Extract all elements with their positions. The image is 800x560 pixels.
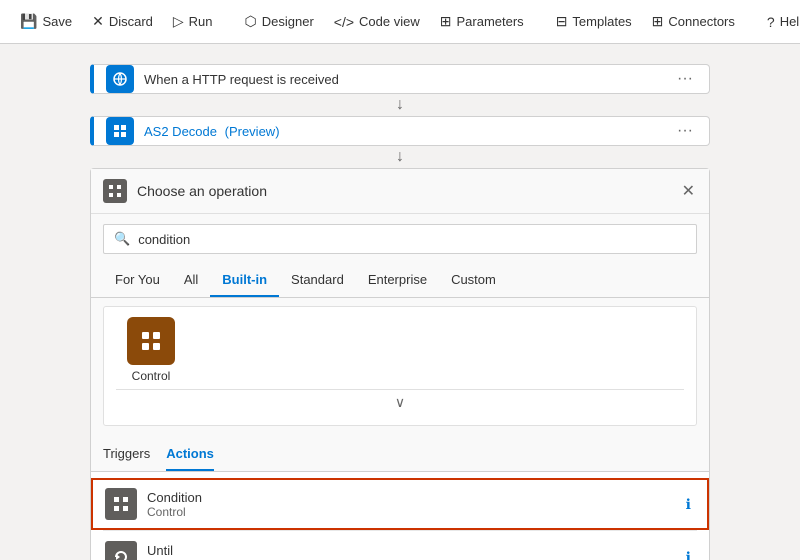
workflow-canvas: When a HTTP request is received ··· ↓ AS… <box>0 44 800 560</box>
condition-action-text: Condition Control <box>147 490 682 519</box>
templates-icon: ⊟ <box>556 13 568 30</box>
choose-operation-title: Choose an operation <box>137 183 680 199</box>
sub-tabs: Triggers Actions <box>91 434 709 472</box>
control-label: Control <box>132 369 171 383</box>
as2-subtitle-text: (Preview) <box>225 124 280 139</box>
tab-custom[interactable]: Custom <box>439 264 508 297</box>
run-button[interactable]: ▷ Run <box>165 9 221 34</box>
discard-button[interactable]: ✕ Discard <box>84 9 161 34</box>
until-info-icon[interactable]: ℹ <box>682 545 695 560</box>
until-action-icon <box>105 541 137 560</box>
condition-action-name: Condition <box>147 490 682 505</box>
tab-foryou[interactable]: For You <box>103 264 172 297</box>
http-step-icon <box>106 65 134 93</box>
choose-operation-panel: Choose an operation ✕ 🔍 For You All Buil… <box>90 168 710 560</box>
control-item[interactable]: Control <box>116 317 186 383</box>
connectors-button[interactable]: ⊞ Connectors <box>644 9 743 34</box>
category-tabs: For You All Built-in Standard Enterprise… <box>91 264 709 298</box>
choose-operation-close-button[interactable]: ✕ <box>680 179 697 203</box>
templates-button[interactable]: ⊟ Templates <box>548 9 640 34</box>
http-step-title: When a HTTP request is received <box>144 72 673 87</box>
save-button[interactable]: 💾 Save <box>12 9 80 34</box>
results-area: Control ∨ <box>103 306 697 426</box>
codeview-label: Code view <box>359 14 420 29</box>
as2-step-more-button[interactable]: ··· <box>673 120 697 142</box>
connectors-label: Connectors <box>668 14 734 29</box>
codeview-button[interactable]: </> Code view <box>326 10 428 34</box>
discard-label: Discard <box>109 14 153 29</box>
arrow-1: ↓ <box>390 96 410 114</box>
until-action-name: Until <box>147 543 682 558</box>
parameters-button[interactable]: ⊞ Parameters <box>432 9 532 34</box>
condition-action-sub: Control <box>147 505 682 519</box>
designer-button[interactable]: ⬡ Designer <box>237 9 322 34</box>
tab-enterprise[interactable]: Enterprise <box>356 264 439 297</box>
as2-title-text: AS2 Decode <box>144 124 217 139</box>
discard-icon: ✕ <box>92 13 104 30</box>
designer-label: Designer <box>262 14 314 29</box>
designer-icon: ⬡ <box>245 13 257 30</box>
http-step-more-button[interactable]: ··· <box>673 68 697 90</box>
templates-label: Templates <box>572 14 631 29</box>
parameters-icon: ⊞ <box>440 13 452 30</box>
as2-step-card[interactable]: AS2 Decode (Preview) ··· <box>90 116 710 146</box>
control-icon <box>127 317 175 365</box>
save-label: Save <box>42 14 72 29</box>
help-button[interactable]: ? Help <box>759 10 800 34</box>
sub-tab-actions[interactable]: Actions <box>166 442 214 471</box>
parameters-label: Parameters <box>456 14 523 29</box>
arrow-2: ↓ <box>390 148 410 166</box>
run-icon: ▷ <box>173 13 184 30</box>
run-label: Run <box>189 14 213 29</box>
tab-all[interactable]: All <box>172 264 210 297</box>
search-box: 🔍 <box>103 224 697 254</box>
collapse-button[interactable]: ∨ <box>116 389 684 415</box>
connectors-icon: ⊞ <box>652 13 664 30</box>
choose-header-icon <box>103 179 127 203</box>
as2-step-icon <box>106 117 134 145</box>
until-action-text: Until Control <box>147 543 682 560</box>
choose-operation-header: Choose an operation ✕ <box>91 169 709 214</box>
condition-info-icon[interactable]: ℹ <box>682 492 695 517</box>
toolbar: 💾 Save ✕ Discard ▷ Run ⬡ Designer </> Co… <box>0 0 800 44</box>
as2-step-title: AS2 Decode (Preview) <box>144 124 673 139</box>
code-icon: </> <box>334 14 354 30</box>
search-icon: 🔍 <box>114 231 130 247</box>
help-label: Help <box>780 14 800 29</box>
condition-action-icon <box>105 488 137 520</box>
search-input[interactable] <box>138 232 686 247</box>
save-icon: 💾 <box>20 13 37 30</box>
tab-builtin[interactable]: Built-in <box>210 264 279 297</box>
until-action-item[interactable]: Until Control ℹ <box>91 531 709 560</box>
help-icon: ? <box>767 14 775 30</box>
sub-tab-triggers[interactable]: Triggers <box>103 442 150 471</box>
tab-standard[interactable]: Standard <box>279 264 356 297</box>
action-list: Condition Control ℹ Until Control <box>91 472 709 560</box>
http-step-card[interactable]: When a HTTP request is received ··· <box>90 64 710 94</box>
condition-action-item[interactable]: Condition Control ℹ <box>91 478 709 530</box>
